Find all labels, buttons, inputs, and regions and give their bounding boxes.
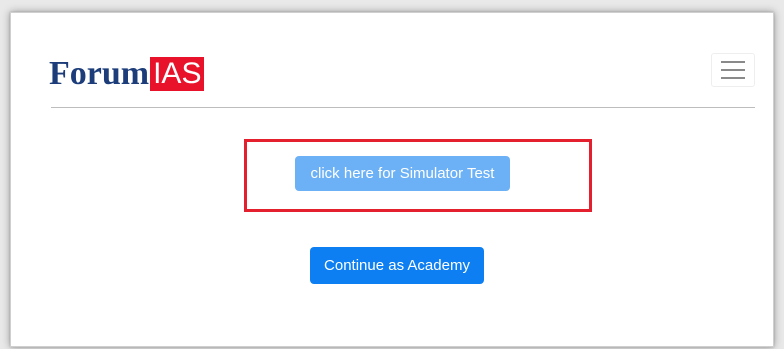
forumias-logo[interactable]: Forum IAS: [49, 55, 205, 92]
page-frame: Forum IAS click here for Simulator Test …: [10, 12, 774, 347]
navbar-toggle-button[interactable]: [711, 53, 755, 87]
continue-as-academy-button[interactable]: Continue as Academy: [310, 247, 484, 284]
logo-ias-text: IAS: [150, 57, 205, 91]
simulator-test-button[interactable]: click here for Simulator Test: [295, 156, 510, 191]
header-divider: [51, 107, 755, 108]
hamburger-menu-icon: [721, 61, 745, 79]
logo-forum-text: Forum: [49, 55, 150, 92]
